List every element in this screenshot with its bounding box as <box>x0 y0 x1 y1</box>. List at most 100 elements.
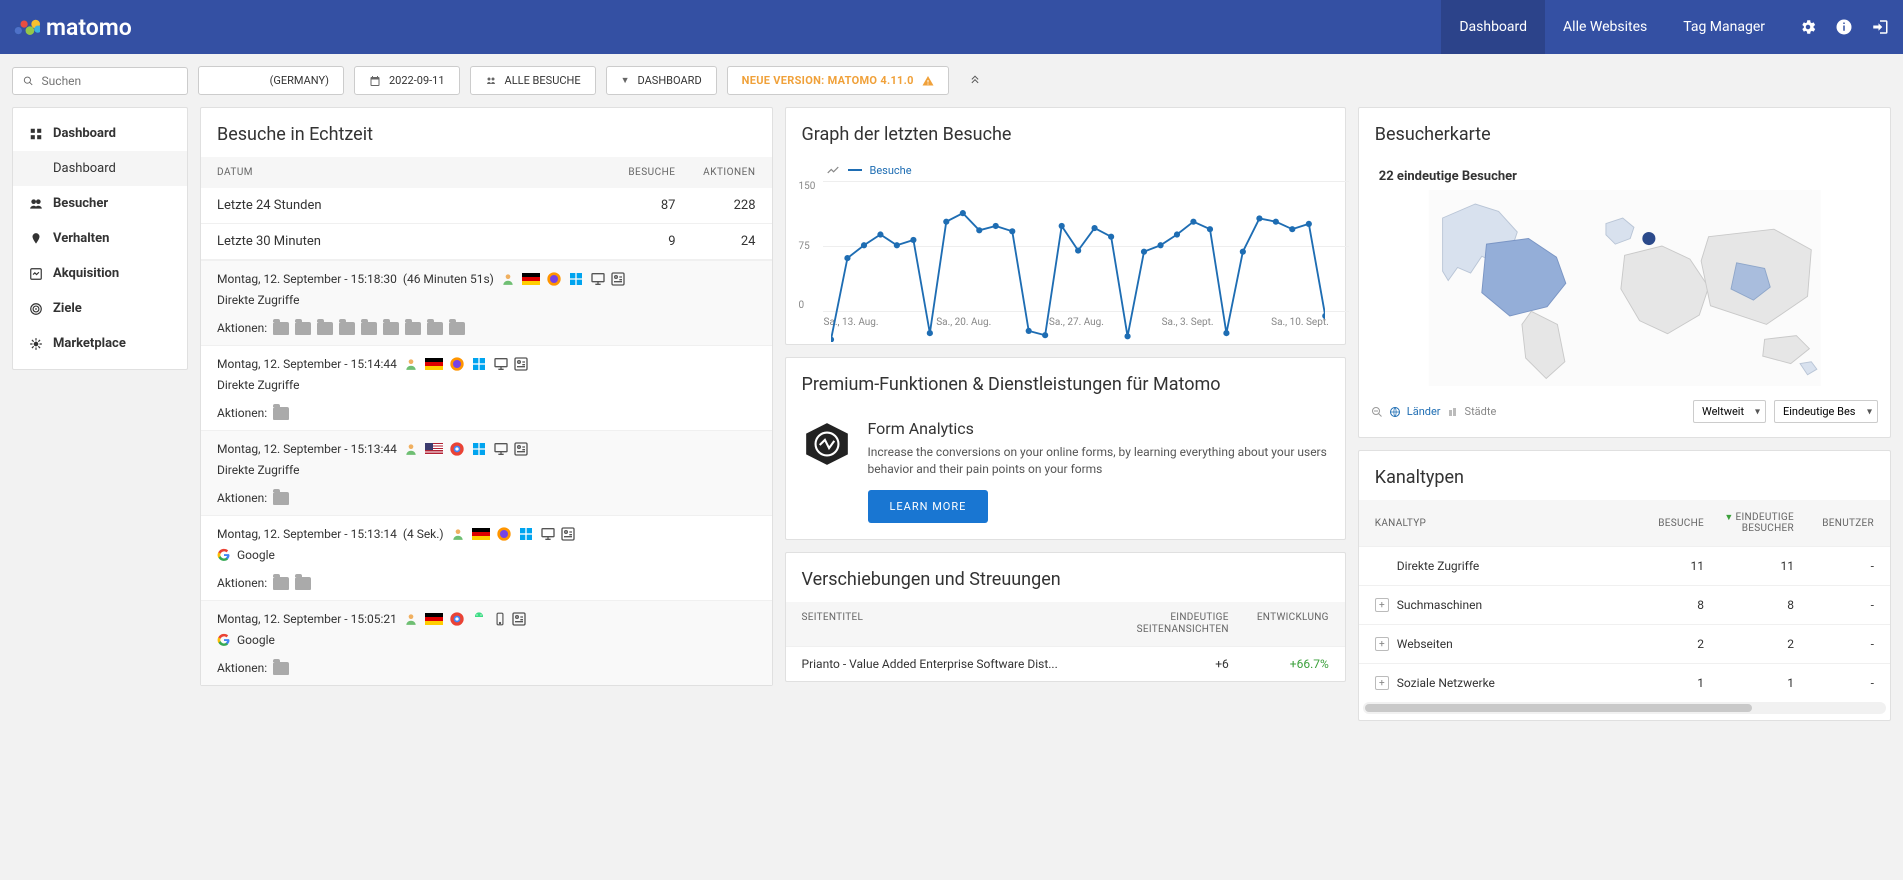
browser-icon <box>449 611 465 627</box>
folder-icon[interactable] <box>405 322 421 335</box>
premium-feature-desc: Increase the conversions on your online … <box>868 444 1329 478</box>
logo-icon <box>14 14 40 40</box>
search-box[interactable] <box>12 67 188 95</box>
dashboard-icon <box>29 127 43 141</box>
folder-icon[interactable] <box>273 407 289 420</box>
search-icon <box>23 75 34 87</box>
sidebar-item-marketplace[interactable]: Marketplace <box>13 326 187 361</box>
realtime-visit[interactable]: Montag, 12. September - 15:14:44Direkte … <box>201 345 772 430</box>
learn-more-button[interactable]: LEARN MORE <box>868 490 989 523</box>
horizontal-scrollbar[interactable] <box>1363 702 1886 714</box>
sidebar-subitem[interactable]: Dashboard <box>13 151 187 186</box>
device-icons <box>590 271 626 287</box>
verhalten-icon <box>29 232 43 246</box>
top-nav-item[interactable]: Tag Manager <box>1665 0 1783 54</box>
logo[interactable]: matomo <box>14 14 132 41</box>
toolbar: (GERMANY) 2022-09-11 ALLE BESUCHE ▼ DASH… <box>0 54 1903 107</box>
map-widget: Besucherkarte 22 eindeutige Besucher <box>1358 107 1891 438</box>
segment-selector[interactable]: ALLE BESUCHE <box>470 66 596 95</box>
folder-icon[interactable] <box>361 322 377 335</box>
top-nav-item[interactable]: Alle Websites <box>1545 0 1665 54</box>
channel-row[interactable]: +Soziale Netzwerke11- <box>1359 663 1890 702</box>
folder-icon[interactable] <box>273 577 289 590</box>
collapse-toolbar-button[interactable] <box>959 67 991 95</box>
channels-title: Kanaltypen <box>1359 451 1890 500</box>
map-caption: 22 eindeutige Besucher <box>1379 169 1878 184</box>
sidebar-item-verhalten[interactable]: Verhalten <box>13 221 187 256</box>
channel-row[interactable]: +Webseiten22- <box>1359 624 1890 663</box>
info-icon[interactable] <box>1835 18 1853 36</box>
logout-icon[interactable] <box>1871 18 1889 36</box>
buildings-icon[interactable] <box>1447 406 1459 418</box>
realtime-visit[interactable]: Montag, 12. September - 15:13:14(4 Sek.)… <box>201 515 772 600</box>
sidebar-item-ziele[interactable]: Ziele <box>13 291 187 326</box>
os-icon <box>568 271 584 287</box>
visitor-icon <box>500 271 516 287</box>
os-icon <box>518 526 534 542</box>
folder-icon[interactable] <box>295 577 311 590</box>
folder-icon[interactable] <box>383 322 399 335</box>
akquisition-icon <box>29 267 43 281</box>
sidebar: DashboardDashboardBesucherVerhaltenAkqui… <box>12 107 188 370</box>
realtime-summary-row: Letzte 24 Stunden87228 <box>201 188 772 224</box>
caret-down-icon: ▼ <box>621 75 630 86</box>
top-nav: DashboardAlle WebsitesTag Manager <box>1441 0 1783 54</box>
map-link-cities[interactable]: Städte <box>1465 405 1497 418</box>
map-scope-select[interactable]: Weltweit <box>1693 400 1766 423</box>
expand-button[interactable]: + <box>1375 637 1389 651</box>
folder-icon[interactable] <box>295 322 311 335</box>
globe-icon[interactable] <box>1389 406 1401 418</box>
chart-canvas[interactable]: 150 75 0 <box>802 181 1329 311</box>
realtime-visit[interactable]: Montag, 12. September - 15:05:21GoogleAk… <box>201 600 772 685</box>
chevron-double-up-icon <box>969 73 981 85</box>
shifts-widget: Verschiebungen und Streuungen SEITENTITE… <box>785 552 1346 682</box>
browser-icon <box>449 356 465 372</box>
dashboard-selector[interactable]: ▼ DASHBOARD <box>606 66 717 95</box>
logo-text: matomo <box>46 14 132 41</box>
browser-icon <box>546 271 562 287</box>
zoom-out-icon[interactable] <box>1371 406 1383 418</box>
folder-icon[interactable] <box>273 662 289 675</box>
flag-icon <box>425 443 443 455</box>
search-input[interactable] <box>42 74 177 88</box>
map-metric-select[interactable]: Eindeutige Bes <box>1774 400 1878 423</box>
legend-line-icon <box>848 169 862 171</box>
folder-icon[interactable] <box>427 322 443 335</box>
sidebar-item-dashboard[interactable]: Dashboard <box>13 116 187 151</box>
sidebar-item-besucher[interactable]: Besucher <box>13 186 187 221</box>
channel-row[interactable]: +Suchmaschinen88- <box>1359 585 1890 624</box>
gear-icon[interactable] <box>1799 18 1817 36</box>
expand-button[interactable]: + <box>1375 676 1389 690</box>
site-selector[interactable]: (GERMANY) <box>198 66 344 95</box>
top-header: matomo DashboardAlle WebsitesTag Manager <box>0 0 1903 54</box>
channel-row[interactable]: Direkte Zugriffe1111- <box>1359 546 1890 585</box>
chart-legend[interactable]: Besuche <box>802 163 1329 177</box>
folder-icon[interactable] <box>449 322 465 335</box>
shifts-row[interactable]: Prianto - Value Added Enterprise Softwar… <box>786 646 1345 681</box>
chart-type-icon <box>826 163 840 177</box>
folder-icon[interactable] <box>273 322 289 335</box>
ziele-icon <box>29 302 43 316</box>
date-selector[interactable]: 2022-09-11 <box>354 66 460 95</box>
folder-icon[interactable] <box>317 322 333 335</box>
form-analytics-icon <box>802 419 852 469</box>
chart-plot <box>831 181 1325 342</box>
shifts-table-head: SEITENTITEL EINDEUTIGE SEITENANSICHTEN E… <box>786 602 1345 646</box>
realtime-visit[interactable]: Montag, 12. September - 15:18:30(46 Minu… <box>201 260 772 345</box>
map-link-countries[interactable]: Länder <box>1407 405 1441 418</box>
folder-icon[interactable] <box>339 322 355 335</box>
update-notice[interactable]: NEUE VERSION: MATOMO 4.11.0 <box>727 66 949 95</box>
folder-icon[interactable] <box>273 492 289 505</box>
segment-icon <box>485 75 497 87</box>
os-icon <box>471 356 487 372</box>
sidebar-item-akquisition[interactable]: Akquisition <box>13 256 187 291</box>
top-nav-item[interactable]: Dashboard <box>1441 0 1545 54</box>
world-map[interactable] <box>1371 190 1878 386</box>
realtime-visit[interactable]: Montag, 12. September - 15:13:44Direkte … <box>201 430 772 515</box>
sort-caret-icon: ▼ <box>1724 513 1733 523</box>
expand-button[interactable]: + <box>1375 598 1389 612</box>
premium-feature-title: Form Analytics <box>868 419 1329 438</box>
chart-widget: Graph der letzten Besuche Besuche 150 75… <box>785 107 1346 345</box>
warning-icon <box>922 75 934 87</box>
channels-widget: Kanaltypen KANALTYP BESUCHE ▼EINDEUTIGE … <box>1358 450 1891 721</box>
